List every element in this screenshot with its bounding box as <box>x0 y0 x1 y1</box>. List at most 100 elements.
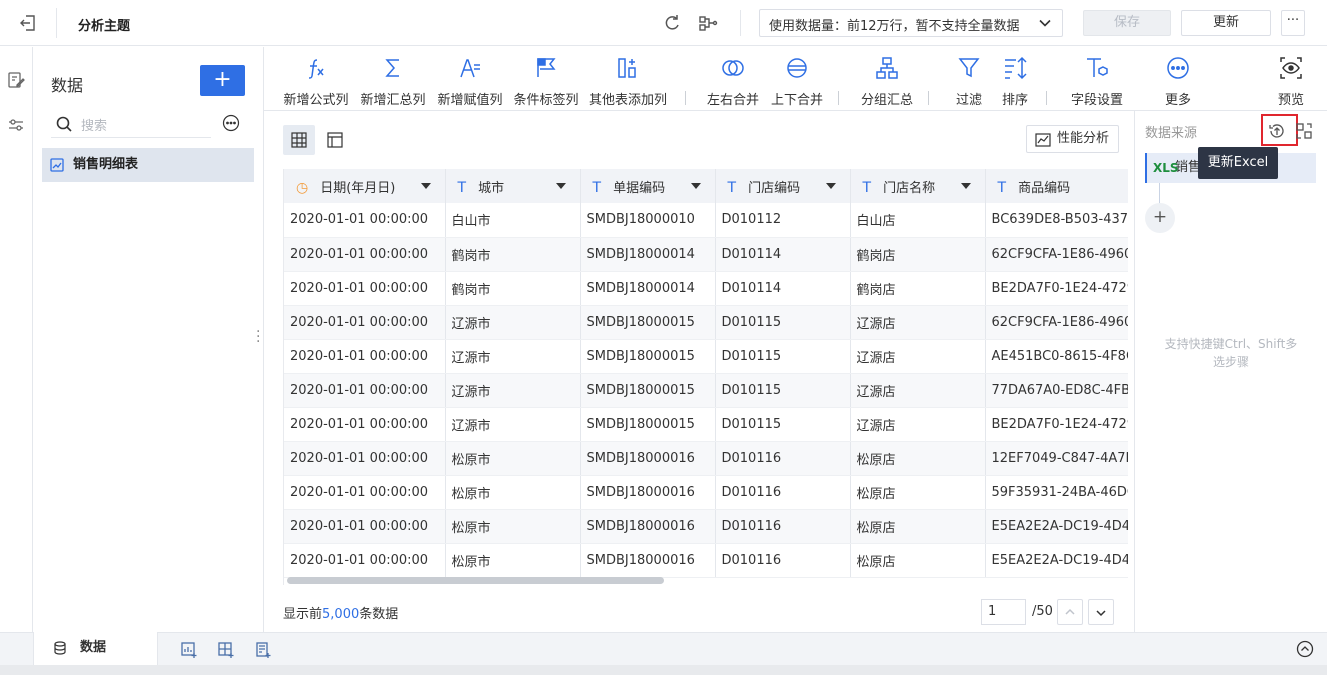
dropdown-arrow-icon[interactable] <box>420 183 431 189</box>
table-cell[interactable]: SMDBJ18000016 <box>580 509 716 544</box>
table-cell[interactable]: 松原市 <box>445 509 581 544</box>
table-cell[interactable]: 辽源店 <box>850 373 986 408</box>
table-cell[interactable]: 松原店 <box>850 543 986 578</box>
column-header[interactable]: T 门店编码 <box>715 169 851 203</box>
search-input[interactable]: 搜索 <box>51 110 211 138</box>
update-excel-icon[interactable] <box>1268 122 1286 140</box>
column-header[interactable]: ◷ 日期(年月日) <box>284 169 446 203</box>
column-header[interactable]: T 单据编码 <box>580 169 716 203</box>
horizontal-scrollbar[interactable] <box>287 577 664 584</box>
table-cell[interactable]: D010114 <box>715 237 851 272</box>
table-cell[interactable]: 辽源店 <box>850 305 986 340</box>
table-cell[interactable]: D010116 <box>715 441 851 476</box>
settings-sliders-icon[interactable] <box>7 116 25 134</box>
table-cell[interactable]: 2020-01-01 00:00:00 <box>284 407 446 442</box>
more-menu-button[interactable]: ··· <box>1281 10 1305 36</box>
table-cell[interactable]: 松原市 <box>445 475 581 510</box>
grid-view-button[interactable] <box>283 125 315 155</box>
data-usage-select[interactable]: 使用数据量：前12万行，暂不支持全量数据 <box>759 9 1063 37</box>
table-cell[interactable]: SMDBJ18000014 <box>580 237 716 272</box>
add-component-icon[interactable] <box>180 641 198 659</box>
table-cell[interactable]: SMDBJ18000016 <box>580 543 716 578</box>
dropdown-arrow-icon[interactable] <box>690 183 701 189</box>
field-settings-button[interactable]: 字段设置 <box>1060 47 1134 111</box>
table-cell[interactable]: 辽源店 <box>850 407 986 442</box>
table-cell[interactable]: 2020-01-01 00:00:00 <box>284 373 446 408</box>
table-cell[interactable]: SMDBJ18000016 <box>580 441 716 476</box>
table-cell[interactable]: 2020-01-01 00:00:00 <box>284 509 446 544</box>
add-column-from-table-button[interactable]: 其他表添加列 <box>586 47 670 111</box>
collapse-up-icon[interactable] <box>1296 640 1314 658</box>
table-cell[interactable]: D010116 <box>715 543 851 578</box>
table-cell[interactable]: 2020-01-01 00:00:00 <box>284 271 446 306</box>
table-cell[interactable]: SMDBJ18000015 <box>580 407 716 442</box>
save-button[interactable]: 保存 <box>1083 10 1171 36</box>
table-cell[interactable]: 77DA67A0-ED8C-4FB3 <box>985 373 1128 408</box>
table-cell[interactable]: 12EF7049-C847-4A7F <box>985 441 1128 476</box>
table-cell[interactable]: 松原市 <box>445 441 581 476</box>
page-number-input[interactable]: 1 <box>981 599 1026 625</box>
table-cell[interactable]: D010116 <box>715 509 851 544</box>
group-summary-button[interactable]: 分组汇总 <box>850 47 924 111</box>
layout-view-button[interactable] <box>319 125 351 155</box>
more-options-icon[interactable] <box>222 114 240 132</box>
panel-resize-handle[interactable]: · · · <box>256 325 260 349</box>
add-step-button[interactable]: + <box>1145 203 1175 233</box>
table-cell[interactable]: SMDBJ18000014 <box>580 271 716 306</box>
table-cell[interactable]: 62CF9CFA-1E86-4960 <box>985 237 1128 272</box>
table-cell[interactable]: AE451BC0-8615-4F8C <box>985 339 1128 374</box>
table-cell[interactable]: D010114 <box>715 271 851 306</box>
add-summary-column-button[interactable]: 新增汇总列 <box>353 47 433 111</box>
refresh-icon[interactable] <box>662 13 682 33</box>
sort-button[interactable]: 排序 <box>990 47 1040 111</box>
dropdown-arrow-icon[interactable] <box>825 183 836 189</box>
table-cell[interactable]: 辽源市 <box>445 305 581 340</box>
table-cell[interactable]: 2020-01-01 00:00:00 <box>284 203 446 238</box>
exit-icon[interactable] <box>18 13 38 33</box>
page-up-button[interactable] <box>1057 599 1083 625</box>
table-cell[interactable]: 辽源市 <box>445 407 581 442</box>
table-cell[interactable]: 59F35931-24BA-46DC <box>985 475 1128 510</box>
table-cell[interactable]: BC639DE8-B503-437C <box>985 203 1128 238</box>
table-cell[interactable]: SMDBJ18000010 <box>580 203 716 238</box>
table-cell[interactable]: 鹤岗市 <box>445 237 581 272</box>
add-data-button[interactable]: + <box>200 65 245 96</box>
table-cell[interactable]: D010115 <box>715 305 851 340</box>
table-cell[interactable]: SMDBJ18000015 <box>580 305 716 340</box>
data-edit-icon[interactable] <box>7 71 25 89</box>
preview-button[interactable]: 预览 <box>1266 47 1316 111</box>
tab-data[interactable]: 数据 <box>33 632 158 666</box>
data-list-item[interactable]: 销售明细表 <box>42 148 254 182</box>
filter-button[interactable]: 过滤 <box>944 47 994 111</box>
add-dashboard-icon[interactable] <box>217 641 235 659</box>
table-cell[interactable]: 2020-01-01 00:00:00 <box>284 475 446 510</box>
more-tools-button[interactable]: 更多 <box>1153 47 1203 111</box>
dropdown-arrow-icon[interactable] <box>555 183 566 189</box>
table-cell[interactable]: 松原店 <box>850 441 986 476</box>
table-cell[interactable]: 辽源店 <box>850 339 986 374</box>
table-cell[interactable]: 白山店 <box>850 203 986 238</box>
lineage-icon[interactable] <box>698 13 718 33</box>
column-header[interactable]: T 商品编码 <box>985 169 1128 203</box>
table-cell[interactable]: SMDBJ18000015 <box>580 339 716 374</box>
table-cell[interactable]: D010115 <box>715 373 851 408</box>
add-report-icon[interactable] <box>254 641 272 659</box>
column-header[interactable]: T 门店名称 <box>850 169 986 203</box>
update-button[interactable]: 更新 <box>1181 10 1271 36</box>
table-cell[interactable]: E5EA2E2A-DC19-4D4 <box>985 509 1128 544</box>
table-cell[interactable]: 鹤岗店 <box>850 237 986 272</box>
table-cell[interactable]: 2020-01-01 00:00:00 <box>284 441 446 476</box>
table-cell[interactable]: 松原市 <box>445 543 581 578</box>
table-cell[interactable]: D010115 <box>715 407 851 442</box>
table-cell[interactable]: D010116 <box>715 475 851 510</box>
condition-tag-column-button[interactable]: 条件标签列 <box>506 47 586 111</box>
table-cell[interactable]: 鹤岗市 <box>445 271 581 306</box>
dropdown-arrow-icon[interactable] <box>960 183 971 189</box>
table-cell[interactable]: 鹤岗店 <box>850 271 986 306</box>
page-down-button[interactable] <box>1088 599 1114 625</box>
performance-analysis-button[interactable]: 性能分析 <box>1026 125 1119 153</box>
table-cell[interactable]: 2020-01-01 00:00:00 <box>284 339 446 374</box>
table-cell[interactable]: 白山市 <box>445 203 581 238</box>
table-cell[interactable]: 2020-01-01 00:00:00 <box>284 305 446 340</box>
table-cell[interactable]: BE2DA7F0-1E24-4729 <box>985 271 1128 306</box>
